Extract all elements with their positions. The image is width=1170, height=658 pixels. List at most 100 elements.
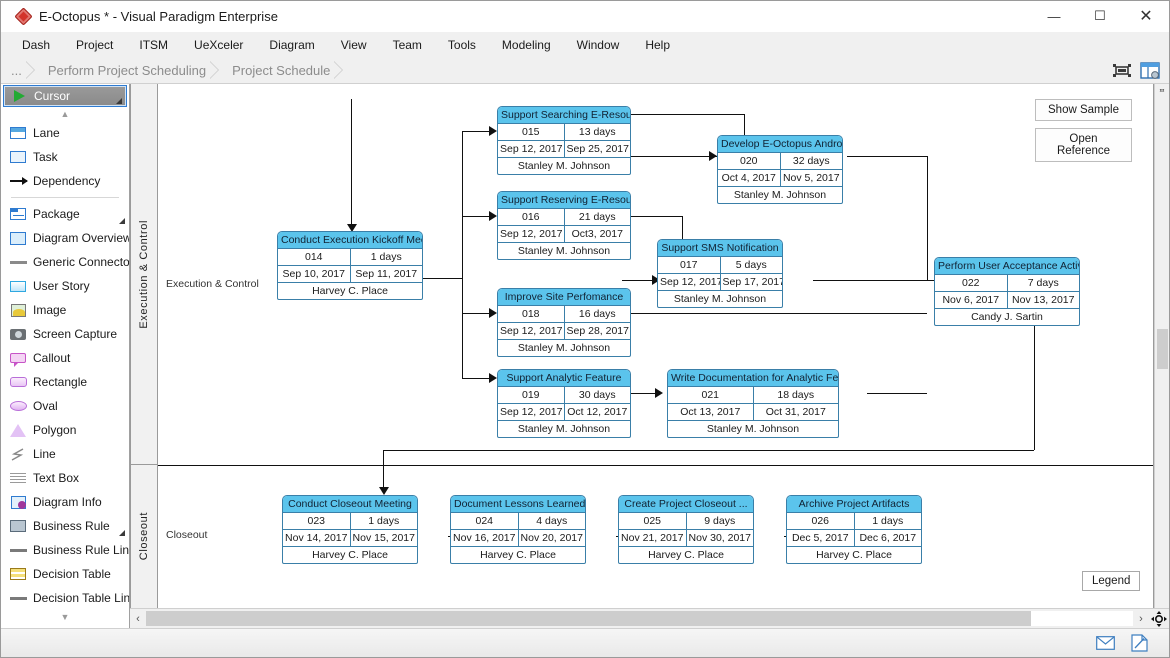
note-icon[interactable] [1129,634,1149,652]
close-button[interactable]: ✕ [1123,1,1169,32]
menu-team[interactable]: Team [380,35,435,55]
task-node-022[interactable]: Perform User Acceptance Activities 022 7… [934,257,1080,326]
palette-item-decision-table-link[interactable]: Decision Table Link [1,586,129,610]
connector-line [847,156,927,157]
palette-item-cursor[interactable]: Cursor [3,85,127,107]
message-icon[interactable] [1095,634,1115,652]
task-code: 014 [278,249,351,265]
task-node-020[interactable]: Develop E-Octopus Android 020 32 days Oc… [717,135,843,204]
palette-item-diagram-info[interactable]: Diagram Info [1,490,129,514]
menu-tools[interactable]: Tools [435,35,489,55]
fit-to-screen-icon[interactable] [1111,60,1133,80]
task-owner: Stanley M. Johnson [498,421,630,437]
menu-itsm[interactable]: ITSM [126,35,181,55]
open-reference-button[interactable]: Open Reference [1035,128,1132,162]
task-start-date: Nov 21, 2017 [619,530,687,546]
task-node-024[interactable]: Document Lessons Learned 024 4 days Nov … [450,495,586,564]
menu-modeling[interactable]: Modeling [489,35,564,55]
expand-corner-icon[interactable] [119,530,125,536]
palette-item-business-rule[interactable]: Business Rule [1,514,129,538]
menu-window[interactable]: Window [564,35,633,55]
breadcrumb-item-project-schedule[interactable]: Project Schedule [222,57,334,84]
palette-item-diagram-overview[interactable]: Diagram Overview [1,226,129,250]
menu-view[interactable]: View [328,35,380,55]
connector-arrow-icon [489,308,497,318]
menu-help[interactable]: Help [632,35,683,55]
horizontal-scrollbar[interactable]: ‹ › [130,608,1169,628]
menu-diagram[interactable]: Diagram [256,35,327,55]
task-node-021[interactable]: Write Documentation for Analytic Feature… [667,369,839,438]
business-rule-link-icon [9,543,27,558]
palette-item-label: Polygon [33,423,76,437]
diagram-navigator-icon[interactable] [1139,60,1161,80]
palette-item-business-rule-link[interactable]: Business Rule Link [1,538,129,562]
connector-line [462,378,491,379]
task-node-023[interactable]: Conduct Closeout Meeting 023 1 days Nov … [282,495,418,564]
diagram-canvas[interactable]: Execution & Control Closeout [158,84,1154,608]
scroll-left-arrow-icon[interactable]: ‹ [130,610,146,628]
task-node-019[interactable]: Support Analytic Feature 019 30 days Sep… [497,369,631,438]
connector-arrow-icon [489,126,497,136]
task-node-017[interactable]: Support SMS Notification 017 5 days Sep … [657,239,783,308]
menu-project[interactable]: Project [63,35,126,55]
horizontal-scroll-track[interactable] [146,611,1133,626]
task-node-016[interactable]: Support Reserving E-Resources 016 21 day… [497,191,631,260]
task-end-date: Nov 13, 2017 [1008,292,1080,308]
palette-item-oval[interactable]: Oval [1,394,129,418]
task-node-025[interactable]: Create Project Closeout ... 025 9 days N… [618,495,754,564]
connector-line [622,216,682,217]
breadcrumb-tools [1111,60,1169,80]
vertical-scroll-thumb[interactable] [1157,329,1168,369]
palette-item-decision-table[interactable]: Decision Table [1,562,129,586]
task-end-date: Nov 5, 2017 [781,170,843,186]
lane-header-closeout[interactable]: Closeout [131,465,157,608]
palette-item-lane[interactable]: Lane [1,121,129,145]
task-node-018[interactable]: Improve Site Perfomance 018 16 days Sep … [497,288,631,357]
palette-item-task[interactable]: Task [1,145,129,169]
show-sample-button[interactable]: Show Sample [1035,99,1132,121]
palette-item-label: User Story [33,279,90,293]
task-node-026[interactable]: Archive Project Artifacts 026 1 days Dec… [786,495,922,564]
lane-header-execution-control[interactable]: Execution & Control [131,84,157,465]
task-owner: Stanley M. Johnson [498,158,630,174]
expand-corner-icon[interactable] [116,98,122,104]
task-node-014[interactable]: Conduct Execution Kickoff Meeting 014 1 … [277,231,423,300]
task-node-015[interactable]: Support Searching E-Resources 015 13 day… [497,106,631,175]
palette-item-generic-connector[interactable]: Generic Connector [1,250,129,274]
palette-item-user-story[interactable]: User Story [1,274,129,298]
task-duration: 1 days [351,249,423,265]
expand-corner-icon[interactable] [119,218,125,224]
scroll-down-arrow-icon[interactable]: ⱟ [1155,592,1170,608]
horizontal-scroll-thumb[interactable] [146,611,1031,626]
legend-button[interactable]: Legend [1082,571,1140,591]
breadcrumb-item-root[interactable]: ... [1,57,26,84]
task-start-date: Oct 13, 2017 [668,404,754,420]
connector-line [622,313,927,314]
breadcrumb-item-perform-project-scheduling[interactable]: Perform Project Scheduling [38,57,210,84]
palette-scroll-down[interactable]: ▼ [1,610,129,624]
palette-item-rectangle[interactable]: Rectangle [1,370,129,394]
maximize-button[interactable]: ☐ [1077,1,1123,32]
palette-scroll-up[interactable]: ▲ [1,107,129,121]
menu-uexceler[interactable]: UeXceler [181,35,256,55]
task-title: Support Searching E-Resources [498,107,630,124]
task-duration: 7 days [1008,275,1080,291]
window-title: E-Octopus * - Visual Paradigm Enterprise [39,9,278,24]
lane-header-label: Execution & Control [138,220,150,329]
menu-dash[interactable]: Dash [9,35,63,55]
minimize-button[interactable]: — [1031,1,1077,32]
pan-icon[interactable] [1149,611,1169,627]
scroll-up-arrow-icon[interactable]: ⱎ [1155,84,1170,100]
palette-item-text-box[interactable]: Text Box [1,466,129,490]
task-end-date: Sep 25, 2017 [565,141,631,157]
palette-item-package[interactable]: Package [1,202,129,226]
vertical-scrollbar[interactable]: ⱎ ⱟ [1154,84,1169,608]
scroll-right-arrow-icon[interactable]: › [1133,610,1149,628]
package-icon [9,207,27,222]
palette-item-screen-capture[interactable]: Screen Capture [1,322,129,346]
palette-item-line[interactable]: Line [1,442,129,466]
palette-item-callout[interactable]: Callout [1,346,129,370]
palette-item-polygon[interactable]: Polygon [1,418,129,442]
palette-item-image[interactable]: Image [1,298,129,322]
palette-item-dependency[interactable]: Dependency [1,169,129,193]
